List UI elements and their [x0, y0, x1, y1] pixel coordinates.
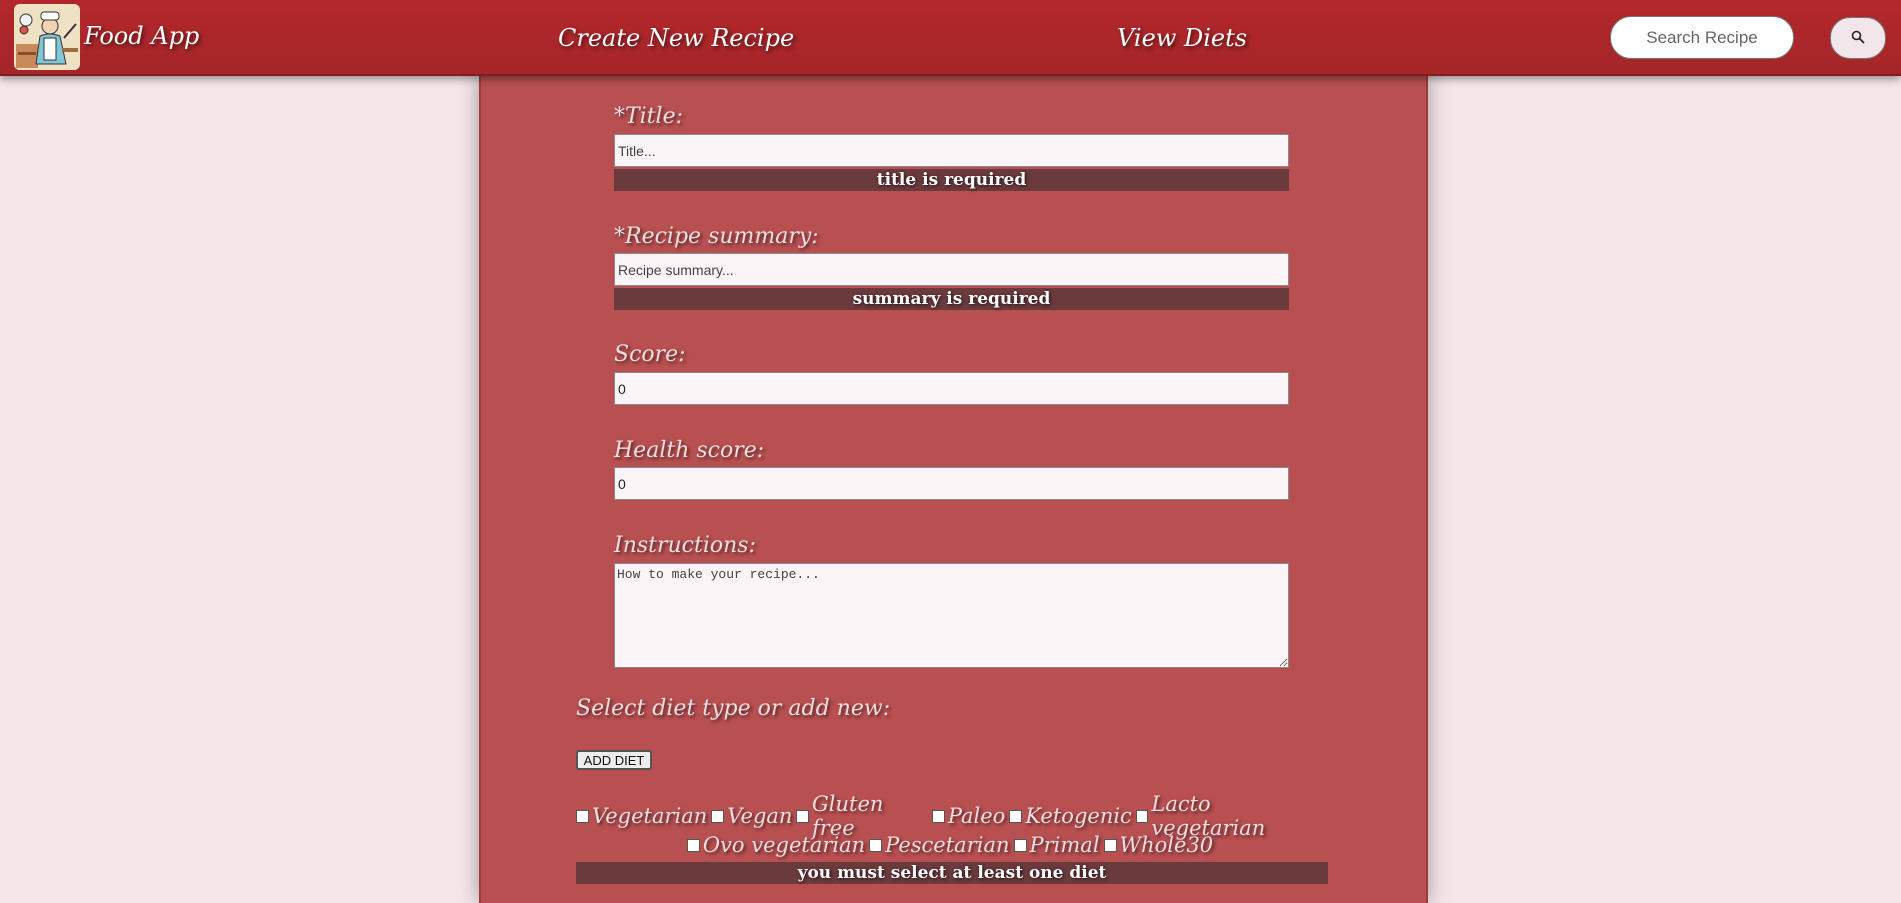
diet-option-ketogenic[interactable]: Ketogenic — [1009, 804, 1132, 828]
diet-checkbox[interactable] — [931, 809, 945, 823]
add-diet-button[interactable]: ADD DIET — [576, 750, 652, 770]
summary-error: summary is required — [614, 288, 1289, 310]
diet-option-whole30[interactable]: Whole30 — [1103, 833, 1213, 857]
search-icon — [1851, 29, 1865, 48]
diet-option-primal[interactable]: Primal — [1013, 833, 1100, 857]
health-score-label: Health score: — [614, 438, 765, 463]
instructions-label: Instructions: — [614, 533, 756, 558]
search-button[interactable] — [1830, 17, 1886, 59]
brand-name[interactable]: Food App — [84, 22, 199, 50]
top-navbar: Food App Create New Recipe View Diets — [0, 0, 1901, 76]
diet-checkbox[interactable] — [1013, 838, 1027, 852]
health-score-input[interactable] — [614, 467, 1289, 500]
diet-checkbox[interactable] — [576, 809, 589, 823]
search-input[interactable] — [1610, 16, 1794, 59]
diet-checkbox[interactable] — [1103, 838, 1117, 852]
diet-checkbox[interactable] — [1009, 809, 1023, 823]
chef-logo-icon[interactable] — [14, 4, 80, 70]
diet-section-label: Select diet type or add new: — [576, 696, 891, 721]
title-input[interactable] — [614, 134, 1289, 167]
instructions-textarea[interactable] — [614, 563, 1289, 668]
diet-option-pescetarian[interactable]: Pescetarian — [869, 833, 1010, 857]
score-label: Score: — [614, 342, 686, 367]
diet-option-paleo[interactable]: Paleo — [931, 804, 1005, 828]
diet-checkbox[interactable] — [711, 809, 725, 823]
nav-create-recipe[interactable]: Create New Recipe — [558, 24, 794, 52]
diet-option-vegetarian[interactable]: Vegetarian — [576, 804, 707, 828]
diet-checkbox[interactable] — [686, 838, 700, 852]
diet-option-vegan[interactable]: Vegan — [711, 804, 792, 828]
diet-option-ovo-vegetarian[interactable]: Ovo vegetarian — [686, 833, 865, 857]
diet-checkbox[interactable] — [1135, 809, 1149, 823]
diet-options-row-2: Ovo vegetarian Pescetarian Primal Whole3… — [576, 832, 1328, 858]
diet-checkbox[interactable] — [869, 838, 883, 852]
title-error: title is required — [614, 169, 1289, 191]
summary-label: *Recipe summary: — [614, 224, 819, 249]
diet-error: you must select at least one diet — [576, 862, 1328, 884]
summary-input[interactable] — [614, 253, 1289, 286]
score-input[interactable] — [614, 372, 1289, 405]
nav-view-diets[interactable]: View Diets — [1117, 24, 1247, 52]
diet-checkbox[interactable] — [796, 809, 809, 823]
title-label: *Title: — [614, 104, 684, 129]
diet-options-row-1: Vegetarian Vegan Gluten free Paleo Ketog… — [576, 792, 1328, 840]
